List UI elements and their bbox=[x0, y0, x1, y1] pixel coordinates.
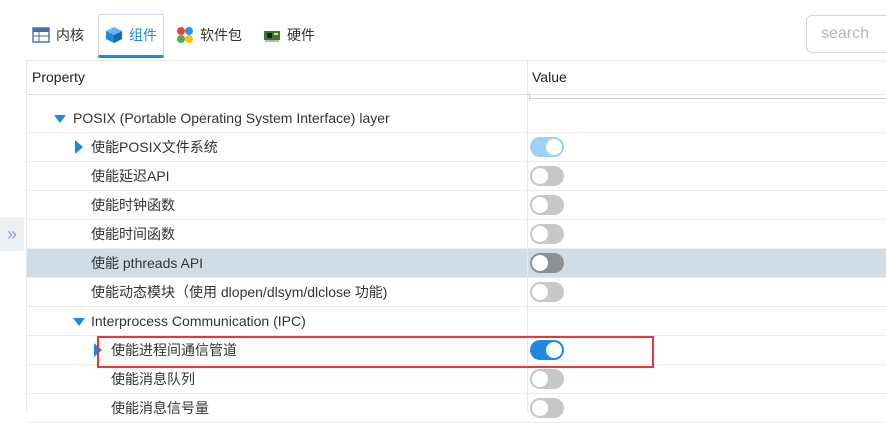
property-label: 使能POSIX文件系统 bbox=[91, 139, 218, 155]
tab-component-label: 组件 bbox=[129, 27, 157, 43]
property-label: 使能时钟函数 bbox=[91, 197, 175, 213]
tab-bar: 内核 组件 软件包 硬件 search bbox=[0, 0, 886, 60]
toggle-switch[interactable] bbox=[530, 166, 564, 186]
kernel-table-icon bbox=[32, 27, 50, 43]
annotation-highlight-box bbox=[97, 336, 654, 368]
toggle-switch[interactable] bbox=[530, 282, 564, 302]
tab-hardware[interactable]: 硬件 bbox=[263, 14, 315, 56]
table-header: Property Value bbox=[27, 60, 886, 95]
toggle-switch[interactable] bbox=[530, 224, 564, 244]
collapsed-caret-icon[interactable] bbox=[75, 140, 83, 154]
table-row[interactable]: 使能消息队列 bbox=[27, 365, 886, 394]
table-row[interactable]: Interprocess Communication (IPC) bbox=[27, 307, 886, 336]
expanded-caret-icon[interactable] bbox=[73, 318, 85, 326]
toggle-switch[interactable] bbox=[530, 369, 564, 389]
table-row[interactable]: 使能动态模块（使用 dlopen/dlsym/dlclose 功能) bbox=[27, 278, 886, 307]
table-row[interactable]: POSIX (Portable Operating System Interfa… bbox=[27, 104, 886, 133]
tab-kernel[interactable]: 内核 bbox=[32, 14, 84, 56]
toggle-switch[interactable] bbox=[530, 398, 564, 418]
property-label: 使能消息队列 bbox=[111, 371, 195, 387]
package-colorful-icon bbox=[177, 27, 193, 43]
tab-component[interactable]: 组件 bbox=[98, 14, 164, 58]
table-row[interactable]: 使能延迟API bbox=[27, 162, 886, 191]
property-label: Interprocess Communication (IPC) bbox=[91, 313, 306, 329]
previous-value-field bbox=[529, 93, 886, 99]
table-row[interactable]: 使能时钟函数 bbox=[27, 191, 886, 220]
tab-hardware-label: 硬件 bbox=[287, 27, 315, 43]
toggle-switch[interactable] bbox=[530, 195, 564, 215]
property-label: POSIX (Portable Operating System Interfa… bbox=[73, 110, 390, 126]
search-placeholder: search bbox=[821, 25, 870, 42]
table-row-selected[interactable]: 使能 pthreads API bbox=[27, 249, 886, 278]
expand-sidebar-chevron-icon[interactable]: » bbox=[0, 217, 24, 251]
property-label: 使能动态模块（使用 dlopen/dlsym/dlclose 功能) bbox=[91, 284, 388, 300]
table-row[interactable]: 使能POSIX文件系统 bbox=[27, 133, 886, 162]
tab-packages[interactable]: 软件包 bbox=[176, 14, 242, 56]
property-label: 使能 pthreads API bbox=[91, 255, 204, 271]
toggle-switch[interactable] bbox=[530, 137, 564, 157]
search-input[interactable]: search bbox=[806, 15, 886, 53]
toggle-switch[interactable] bbox=[530, 253, 564, 273]
table-row[interactable]: 使能消息信号量 bbox=[27, 394, 886, 423]
property-label: 使能消息信号量 bbox=[111, 400, 209, 416]
property-label: 使能延迟API bbox=[91, 168, 170, 184]
table-row[interactable]: 使能时间函数 bbox=[27, 220, 886, 249]
tab-kernel-label: 内核 bbox=[56, 27, 84, 43]
expanded-caret-icon[interactable] bbox=[54, 115, 66, 123]
tab-packages-label: 软件包 bbox=[200, 27, 242, 43]
column-header-value[interactable]: Value bbox=[532, 61, 567, 94]
column-header-property[interactable]: Property bbox=[32, 61, 85, 94]
component-cube-icon bbox=[106, 27, 122, 43]
hardware-board-icon bbox=[264, 31, 280, 42]
property-label: 使能时间函数 bbox=[91, 226, 175, 242]
